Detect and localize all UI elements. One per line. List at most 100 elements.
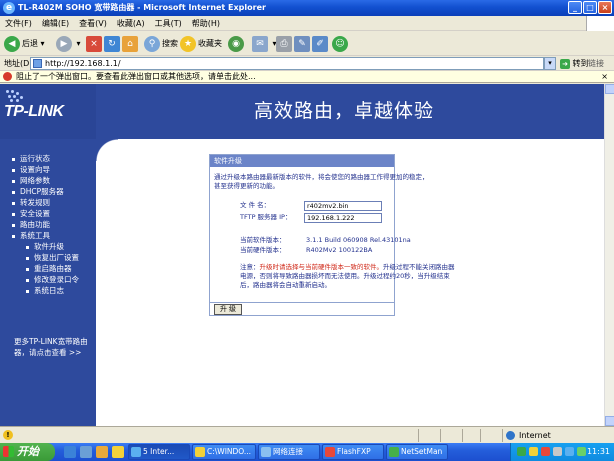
forward-button[interactable]: ▶ ▾: [56, 35, 81, 53]
menu-edit[interactable]: 编辑(E): [37, 16, 74, 31]
sidebar-item-routing[interactable]: 路由功能: [12, 219, 50, 230]
windows-logo-icon: [586, 16, 614, 31]
discuss-icon: ✐: [312, 35, 328, 52]
home-button[interactable]: ⌂: [122, 35, 140, 53]
tray-icon-2[interactable]: [529, 447, 538, 456]
network-task-icon: [261, 447, 271, 457]
status-bar: ! Internet: [0, 426, 614, 443]
router-banner: TP-LINK 高效路由，卓越体验: [0, 84, 604, 139]
maximize-button[interactable]: □: [583, 1, 597, 14]
scroll-up-button[interactable]: [605, 84, 614, 94]
sidebar-item-system-log[interactable]: 系统日志: [26, 285, 64, 296]
mail-icon: ✉: [252, 35, 268, 52]
menu-view[interactable]: 查看(V): [74, 16, 112, 31]
messenger-button[interactable]: ☺: [332, 35, 350, 53]
hardware-version-label: 当前硬件版本：: [240, 246, 286, 254]
panel-header: 软件升级: [210, 155, 394, 167]
internet-zone-icon: [506, 431, 515, 440]
popup-blocked-bar[interactable]: 阻止了一个弹出窗口。要查看此弹出窗口或其他选项，请单击此处... ×: [0, 71, 614, 83]
tray-volume-icon[interactable]: [553, 447, 562, 456]
tray-network-icon[interactable]: [565, 447, 574, 456]
flashfxp-task-icon: [325, 447, 335, 457]
upgrade-button[interactable]: 升 级: [214, 304, 242, 315]
popup-blocked-text: 阻止了一个弹出窗口。要查看此弹出窗口或其他选项，请单击此处...: [16, 72, 256, 81]
media-icon: ◉: [228, 35, 244, 52]
go-button[interactable]: ➜ 转到: [560, 56, 589, 71]
back-arrow-icon: ◀: [4, 35, 20, 52]
back-button[interactable]: ◀ 后退 ▾: [4, 35, 45, 53]
taskbar: 开始 5 Inter... C:\WINDO... 网络连接 FlashFXP …: [0, 443, 614, 461]
mail-button[interactable]: ✉ ▾: [252, 35, 277, 53]
note-line-2: 电源，否则将导致路由器损坏而无法使用。升级过程约20秒，当升级结束: [240, 272, 450, 280]
sidebar-item-security[interactable]: 安全设置: [12, 208, 50, 219]
refresh-button[interactable]: ↻: [104, 35, 122, 53]
folder-task-icon: [195, 447, 205, 457]
tray-icon-1[interactable]: [517, 447, 526, 456]
quicklaunch-desktop-icon[interactable]: [80, 446, 92, 458]
discuss-button[interactable]: ✐: [312, 35, 330, 53]
star-icon: ★: [180, 35, 196, 52]
filename-input[interactable]: r402mv2.bin: [304, 201, 382, 211]
vertical-scrollbar[interactable]: [604, 84, 614, 426]
ie-task-icon: [131, 447, 141, 457]
sidebar-item-system-tools[interactable]: 系统工具: [12, 230, 50, 241]
tftp-ip-input[interactable]: 192.168.1.222: [304, 213, 382, 223]
menu-file[interactable]: 文件(F): [0, 16, 37, 31]
search-button[interactable]: ⚲ 搜索: [144, 35, 178, 53]
home-icon: ⌂: [122, 35, 138, 52]
sidebar-item-dhcp[interactable]: DHCP服务器: [12, 186, 64, 197]
sidebar-item-forwarding[interactable]: 转发规则: [12, 197, 50, 208]
quicklaunch-folder-icon[interactable]: [112, 446, 124, 458]
minimize-button[interactable]: _: [568, 1, 582, 14]
infobar-close-icon[interactable]: ×: [601, 71, 608, 83]
tp-link-logo: TP-LINK: [4, 103, 64, 120]
note-line-1: 注意：升级时请选择与当前硬件版本一致的软件。升级过程不能关闭路由器: [240, 263, 455, 271]
software-version-value: 3.1.1 Build 060908 Rel.43101na: [306, 236, 411, 244]
address-url: http://192.168.1.1/: [45, 59, 121, 68]
quicklaunch-media-icon[interactable]: [96, 446, 108, 458]
sidebar-item-factory-reset[interactable]: 恢复出厂设置: [26, 252, 79, 263]
page-icon: [33, 59, 42, 68]
filename-label: 文 件 名：: [240, 201, 271, 209]
software-version-label: 当前软件版本：: [240, 236, 286, 244]
media-button[interactable]: ◉: [228, 35, 246, 53]
taskbar-item-ie[interactable]: 5 Inter...: [128, 444, 190, 460]
edit-icon: ✎: [294, 35, 310, 52]
menu-help[interactable]: 帮助(H): [187, 16, 225, 31]
quicklaunch-ie-icon[interactable]: [64, 446, 76, 458]
taskbar-item-netsetman[interactable]: NetSetMan: [386, 444, 448, 460]
windows-flag-icon: [3, 446, 14, 457]
taskbar-item-flashfxp[interactable]: FlashFXP: [322, 444, 384, 460]
panel-divider: [210, 302, 394, 303]
sidebar-item-status[interactable]: 运行状态: [12, 153, 50, 164]
intro-text-1: 通过升级本路由器最新版本的软件，将会使您的路由器工作得更加的稳定，: [214, 173, 429, 181]
taskbar-item-network[interactable]: 网络连接: [258, 444, 320, 460]
links-button[interactable]: 链接: [588, 56, 604, 71]
sidebar-item-firmware-upgrade[interactable]: 软件升级: [26, 241, 64, 252]
banner-slogan: 高效路由，卓越体验: [254, 100, 435, 122]
address-dropdown-button[interactable]: ▾: [544, 57, 556, 70]
address-input[interactable]: http://192.168.1.1/: [30, 57, 544, 70]
tray-icon-6[interactable]: [577, 447, 586, 456]
menu-favorites[interactable]: 收藏(A): [112, 16, 150, 31]
address-label: 地址(D): [4, 59, 33, 68]
sidebar-item-wizard[interactable]: 设置向导: [12, 164, 50, 175]
popup-blocked-icon: [3, 72, 12, 81]
more-products-link[interactable]: 更多TP-LINK宽带路由器，请点击查看 >>: [14, 336, 94, 358]
menu-tools[interactable]: 工具(T): [150, 16, 187, 31]
start-button[interactable]: 开始: [0, 443, 55, 461]
edit-button[interactable]: ✎: [294, 35, 312, 53]
address-bar: 地址(D) http://192.168.1.1/ ▾ ➜ 转到 链接: [0, 56, 614, 71]
tftp-ip-label: TFTP 服务器 IP：: [240, 213, 292, 221]
taskbar-item-explorer[interactable]: C:\WINDO...: [192, 444, 256, 460]
scroll-down-button[interactable]: [605, 416, 614, 426]
sidebar-item-network[interactable]: 网络参数: [12, 175, 50, 186]
favorites-button[interactable]: ★ 收藏夹: [180, 35, 222, 53]
print-button[interactable]: ⎙: [276, 35, 294, 53]
go-arrow-icon: ➜: [560, 58, 570, 69]
sidebar-item-change-password[interactable]: 修改登录口令: [26, 274, 79, 285]
tray-icon-3[interactable]: [541, 447, 550, 456]
sidebar-item-reboot[interactable]: 重启路由器: [26, 263, 72, 274]
stop-button[interactable]: ×: [86, 35, 104, 53]
close-button[interactable]: ×: [598, 1, 612, 14]
